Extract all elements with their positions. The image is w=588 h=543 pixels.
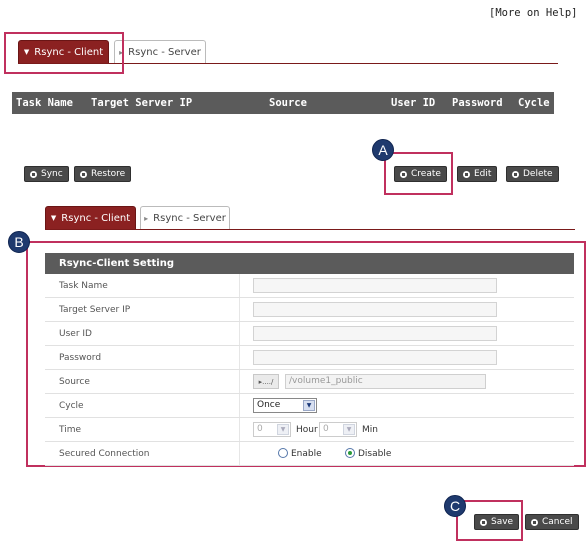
column-divider: [239, 322, 240, 345]
cancel-label: Cancel: [542, 517, 573, 527]
cancel-button[interactable]: Cancel: [525, 514, 579, 530]
play-icon: [30, 170, 37, 178]
row-task-name: Task Name: [45, 274, 574, 298]
play-icon: [463, 170, 470, 178]
min-label: Min: [362, 425, 378, 435]
chevron-down-icon: ▼: [303, 400, 315, 411]
play-icon: [512, 170, 519, 178]
col-task-name: Task Name: [16, 97, 73, 109]
settings-title: Rsync-Client Setting: [45, 253, 574, 274]
col-user-id: User ID: [391, 97, 436, 109]
enable-radio[interactable]: [278, 448, 288, 458]
edit-label: Edit: [474, 169, 492, 179]
highlight-box: [4, 32, 124, 74]
label-target-ip: Target Server IP: [59, 305, 131, 315]
column-divider: [239, 346, 240, 369]
restore-label: Restore: [91, 169, 126, 179]
col-password: Password: [452, 97, 503, 109]
row-time: Time 0 ▼ Hour 0 ▼ Min: [45, 418, 574, 442]
password-input[interactable]: [253, 350, 497, 365]
label-secured: Secured Connection: [59, 449, 150, 459]
tab-rsync-client-inner[interactable]: ▼ Rsync - Client: [45, 206, 136, 230]
label-time: Time: [59, 425, 82, 435]
min-value: 0: [323, 424, 329, 434]
column-divider: [239, 298, 240, 321]
highlight-box: [384, 152, 453, 195]
label-cycle: Cycle: [59, 401, 84, 411]
hour-select[interactable]: 0 ▼: [253, 422, 291, 437]
row-source: Source ▸..../ /volume1_public: [45, 370, 574, 394]
tab-label: Rsync - Server: [153, 213, 226, 224]
enable-label: Enable: [291, 449, 322, 459]
label-source: Source: [59, 377, 90, 387]
browse-folder-button[interactable]: ▸..../: [253, 374, 279, 389]
tab-underline: [45, 229, 575, 230]
restore-button[interactable]: Restore: [74, 166, 132, 182]
tab-label: Rsync - Server: [128, 47, 201, 58]
highlight-box: [456, 500, 523, 541]
row-user-id: User ID: [45, 322, 574, 346]
play-icon: [80, 170, 87, 178]
column-divider: [239, 442, 240, 465]
help-link[interactable]: [More on Help]: [489, 7, 578, 19]
tab-rsync-server[interactable]: ▸ Rsync - Server: [114, 40, 206, 64]
column-divider: [239, 418, 240, 441]
column-divider: [239, 370, 240, 393]
callout-b: B: [8, 231, 30, 253]
sync-button[interactable]: Sync: [24, 166, 69, 182]
task-table-header: Task Name Target Server IP Source User I…: [12, 92, 554, 114]
cycle-select[interactable]: Once ▼: [253, 398, 317, 413]
sync-label: Sync: [41, 169, 63, 179]
col-source: Source: [269, 97, 307, 109]
column-divider: [239, 394, 240, 417]
delete-label: Delete: [523, 169, 553, 179]
row-password: Password: [45, 346, 574, 370]
disable-label: Disable: [358, 449, 392, 459]
task-name-input[interactable]: [253, 278, 497, 293]
label-user-id: User ID: [59, 329, 92, 339]
delete-button[interactable]: Delete: [506, 166, 559, 182]
user-id-input[interactable]: [253, 326, 497, 341]
tab-rsync-server-inner[interactable]: ▸ Rsync - Server: [140, 206, 230, 230]
chevron-down-icon: ▼: [277, 424, 289, 435]
chevron-down-icon: ▼: [343, 424, 355, 435]
callout-a: A: [372, 139, 394, 161]
column-divider: [239, 274, 240, 297]
col-target-ip: Target Server IP: [91, 97, 193, 109]
row-cycle: Cycle Once ▼: [45, 394, 574, 418]
caret-down-icon: ▼: [50, 214, 57, 222]
label-password: Password: [59, 353, 102, 363]
label-task-name: Task Name: [59, 281, 108, 291]
hour-value: 0: [257, 424, 263, 434]
play-icon: [531, 518, 538, 526]
hour-label: Hour: [296, 425, 318, 435]
disable-radio[interactable]: [345, 448, 355, 458]
edit-button[interactable]: Edit: [457, 166, 498, 182]
callout-c: C: [444, 495, 466, 517]
source-path-field: /volume1_public: [285, 374, 486, 389]
cycle-value: Once: [257, 400, 281, 410]
min-select[interactable]: 0 ▼: [319, 422, 357, 437]
rsync-client-settings: Rsync-Client Setting Task Name Target Se…: [45, 253, 574, 466]
arrow-right-icon: ▸: [144, 214, 149, 223]
col-cycle: Cycle: [518, 97, 550, 109]
row-secured: Secured Connection Enable Disable: [45, 442, 574, 466]
target-ip-input[interactable]: [253, 302, 497, 317]
tab-label: Rsync - Client: [61, 212, 131, 224]
row-target-ip: Target Server IP: [45, 298, 574, 322]
